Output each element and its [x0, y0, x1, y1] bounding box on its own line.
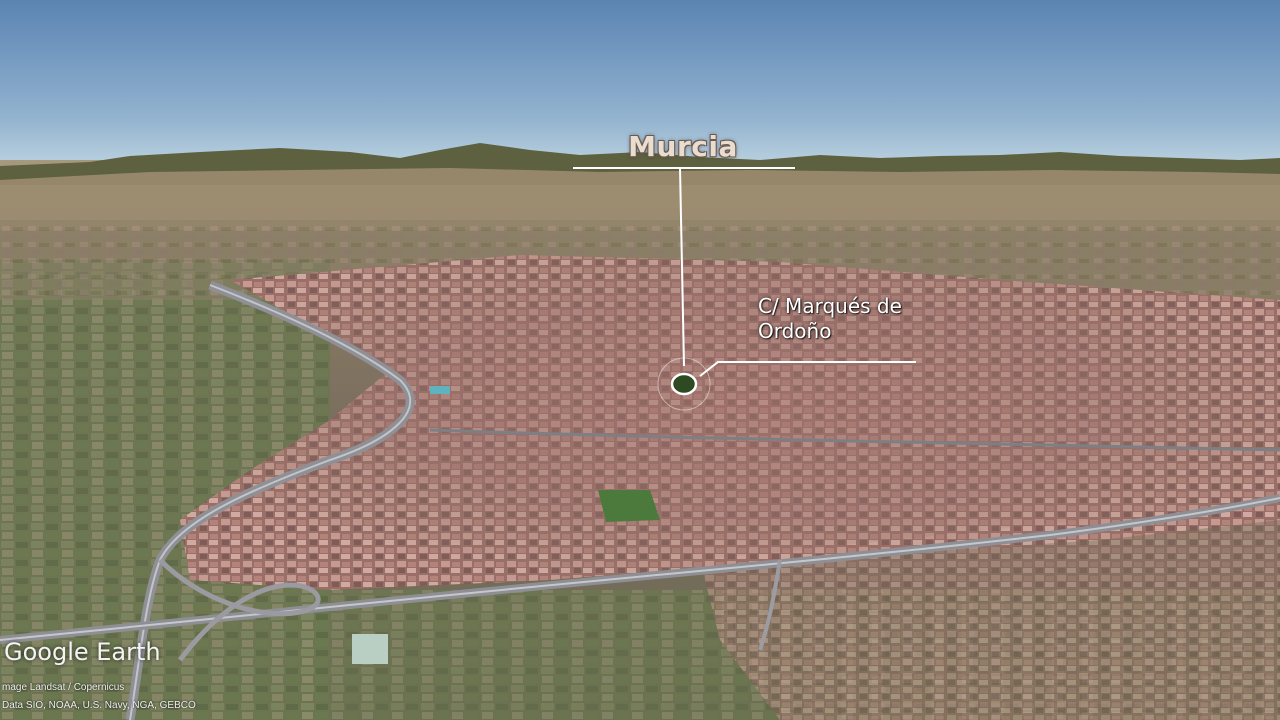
sports-field [598, 490, 660, 522]
google-earth-logo: Google Earth [4, 638, 161, 666]
pool [430, 386, 450, 394]
street-label[interactable]: C/ Marqués de Ordoño [758, 294, 938, 344]
earth-3d-view[interactable] [0, 0, 1280, 720]
data-credit: Data SIO, NOAA, U.S. Navy, NGA, GEBCO [2, 700, 196, 711]
street-label-line2: Ordoño [758, 319, 832, 343]
place-label-murcia[interactable]: Murcia [560, 130, 806, 163]
placemark-marker[interactable] [670, 372, 698, 396]
street-label-line1: C/ Marqués de [758, 294, 902, 318]
imagery-credit: mage Landsat / Copernicus [2, 682, 125, 693]
teal-rooftop [352, 634, 388, 664]
